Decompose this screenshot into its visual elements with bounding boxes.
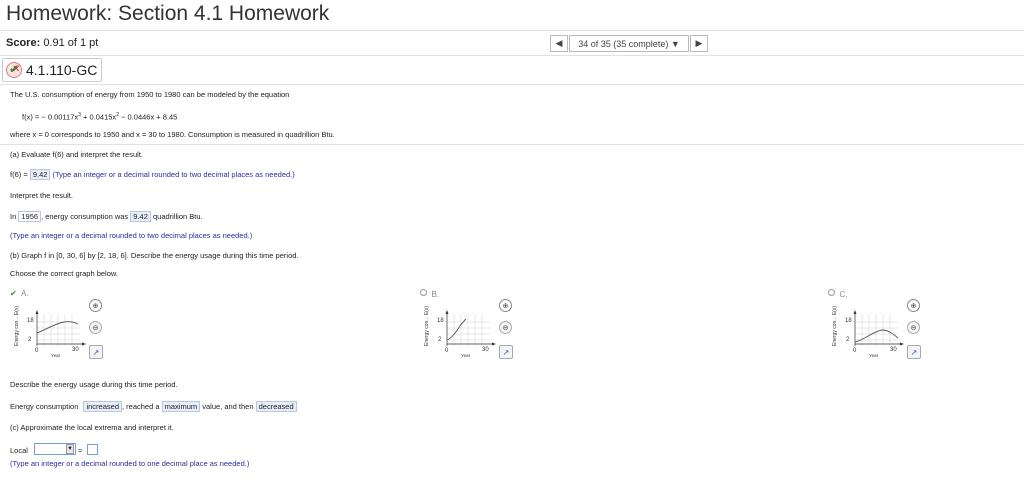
graph-c-xlabel: Year — [869, 353, 879, 358]
problem-where: where x = 0 corresponds to 1950 and x = … — [10, 130, 335, 139]
divider — [0, 84, 1024, 85]
graph-a-zoom-out-icon[interactable]: ⊖ — [89, 321, 102, 334]
graph-b[interactable]: Energy con... E(x) 18 2 0 30 Year — [420, 300, 500, 360]
part-b-prompt: (b) Graph f in [0, 30, 6] by [2, 18, 6].… — [10, 251, 299, 260]
answer-hint: (Type an integer or a decimal rounded to… — [52, 170, 295, 179]
partial-credit-icon: ✔ ✕ — [6, 62, 22, 78]
prev-question-button[interactable]: ◀ — [550, 35, 568, 52]
problem-intro: The U.S. consumption of energy from 1950… — [10, 90, 290, 99]
question-id: 4.1.110-GC — [26, 62, 98, 78]
graph-c-xtick-right: 30 — [890, 347, 897, 353]
part-c-hint: (Type an integer or a decimal rounded to… — [10, 459, 250, 468]
option-b-radio[interactable] — [420, 289, 427, 297]
next-arrow-icon: ▶ — [695, 38, 703, 48]
graph-b-xtick-right: 30 — [482, 347, 489, 353]
graph-a[interactable]: Energy con... E(x) 18 2 0 30 Year — [10, 300, 90, 360]
page-title: Homework: Section 4.1 Homework — [6, 2, 330, 25]
part-a-prompt: (a) Evaluate f(6) and interpret the resu… — [10, 150, 143, 159]
option-b-label: B. — [431, 290, 440, 299]
score-label: Score: — [6, 37, 41, 49]
equation: f(x) = − 0.00117x3 + 0.0415x2 − 0.0446x … — [22, 112, 178, 122]
option-c-label: C. — [839, 290, 848, 299]
divider — [0, 55, 1024, 56]
prev-arrow-icon: ◀ — [555, 38, 563, 48]
correct-check-icon: ✔ — [10, 289, 17, 298]
graph-c-ylabel: Energy con... E(x) — [832, 306, 838, 346]
describe-row: Energy consumption increased, reached a … — [10, 401, 297, 412]
graph-b-ytick-bottom: 2 — [438, 337, 442, 343]
graph-c-xtick-left: 0 — [853, 348, 857, 354]
graph-a-ytick-top: 18 — [27, 318, 34, 324]
chevron-down-icon[interactable]: ▼ — [66, 444, 74, 454]
graph-a-ylabel: Energy con... E(x) — [14, 306, 20, 346]
graph-a-xtick-right: 30 — [72, 347, 79, 353]
score-value: 0.91 of 1 pt — [43, 37, 99, 49]
choose-label: Choose the correct graph below. — [10, 269, 118, 278]
question-progress: 34 of 35 (35 complete) ▼ — [578, 38, 680, 49]
graph-a-popout-icon[interactable]: ↗ — [89, 345, 103, 359]
approx-symbol: ≈ — [78, 446, 83, 455]
trend-answer-3[interactable]: decreased — [255, 401, 297, 412]
trend-answer-1[interactable]: increased — [83, 401, 122, 412]
graph-b-ylabel: Energy con... E(x) — [424, 306, 430, 346]
part-a-answer-row: f(6) = 9.42 (Type an integer or a decima… — [10, 169, 295, 180]
describe-label: Describe the energy usage during this ti… — [10, 380, 178, 389]
graph-b-xtick-left: 0 — [445, 348, 449, 354]
graph-c-popout-icon[interactable]: ↗ — [907, 345, 921, 359]
trend-answer-2[interactable]: maximum — [161, 401, 201, 412]
graph-a-zoom-in-icon[interactable]: ⊕ — [89, 299, 102, 312]
part-c-prompt: (c) Approximate the local extrema and in… — [10, 423, 174, 432]
graph-b-xlabel: Year — [461, 353, 471, 358]
answer-prefix: f(6) = — [10, 170, 28, 179]
divider — [0, 30, 1024, 31]
option-a-label: A. — [21, 289, 29, 298]
graph-c[interactable]: Energy con... E(x) 18 2 0 30 Year — [828, 300, 908, 360]
next-question-button[interactable]: ▶ — [690, 35, 708, 52]
graph-a-ytick-bottom: 2 — [28, 337, 32, 343]
option-a[interactable]: ✔ A. — [10, 283, 29, 301]
graph-c-zoom-out-icon[interactable]: ⊖ — [907, 321, 920, 334]
local-label: Local — [10, 446, 28, 455]
graph-c-zoom-in-icon[interactable]: ⊕ — [907, 299, 920, 312]
year-answer-field[interactable]: 1956 — [18, 211, 42, 222]
option-c-radio[interactable] — [828, 289, 835, 297]
graph-b-ytick-top: 18 — [437, 318, 444, 324]
f6-answer-field[interactable]: 9.42 — [29, 169, 51, 180]
graph-c-ytick-bottom: 2 — [846, 337, 850, 343]
graph-a-xtick-left: 0 — [35, 348, 39, 354]
interpret-label: Interpret the result. — [10, 191, 73, 200]
question-id-box: ✔ ✕ 4.1.110-GC — [2, 58, 102, 82]
interpret-hint: (Type an integer or a decimal rounded to… — [10, 231, 253, 240]
consumption-answer-field[interactable]: 9.42 — [130, 211, 151, 222]
graph-a-xlabel: Year — [51, 353, 61, 358]
interpret-row: In 1956, energy consumption was 9.42 qua… — [10, 211, 203, 222]
graph-b-popout-icon[interactable]: ↗ — [499, 345, 513, 359]
question-progress-dropdown[interactable]: 34 of 35 (35 complete) ▼ — [569, 35, 689, 52]
score-display: Score: 0.91 of 1 pt — [6, 37, 98, 49]
local-extrema-value-input[interactable] — [87, 444, 98, 455]
graph-b-zoom-in-icon[interactable]: ⊕ — [499, 299, 512, 312]
graph-c-ytick-top: 18 — [845, 318, 852, 324]
graph-b-zoom-out-icon[interactable]: ⊖ — [499, 321, 512, 334]
divider — [0, 144, 1024, 145]
